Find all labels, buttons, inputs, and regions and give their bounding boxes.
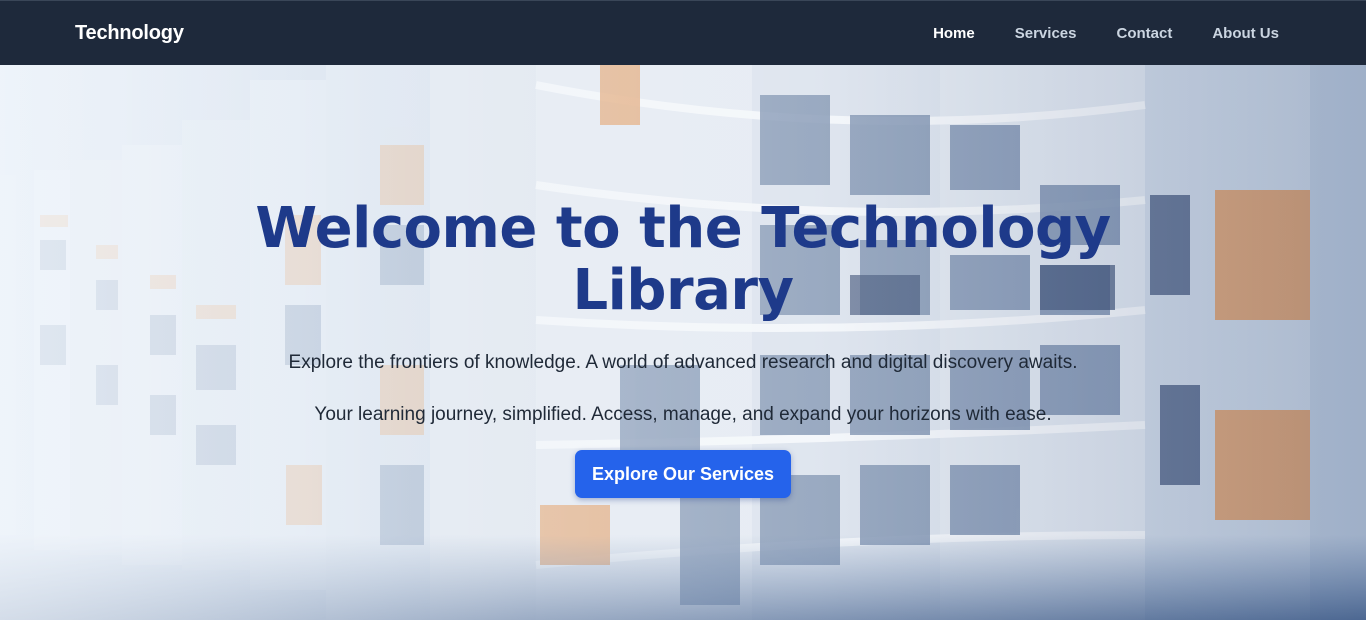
hero-content: Welcome to the Technology Library Explor… [0, 65, 1366, 620]
nav-link-home[interactable]: Home [933, 25, 975, 42]
hero-subtitle-2: Your learning journey, simplified. Acces… [314, 404, 1052, 425]
hero-title: Welcome to the Technology Library [255, 196, 1111, 323]
explore-services-button[interactable]: Explore Our Services [575, 450, 791, 498]
nav-link-services[interactable]: Services [1015, 25, 1077, 42]
nav-links: Home Services Contact About Us [893, 25, 1279, 42]
nav-link-about-us[interactable]: About Us [1212, 25, 1279, 42]
brand-logo-text[interactable]: Technology [75, 22, 184, 45]
hero-section: Welcome to the Technology Library Explor… [0, 65, 1366, 620]
top-navbar: Technology Home Services Contact About U… [0, 0, 1366, 65]
nav-link-contact[interactable]: Contact [1116, 25, 1172, 42]
hero-subtitle-1: Explore the frontiers of knowledge. A wo… [288, 352, 1078, 373]
